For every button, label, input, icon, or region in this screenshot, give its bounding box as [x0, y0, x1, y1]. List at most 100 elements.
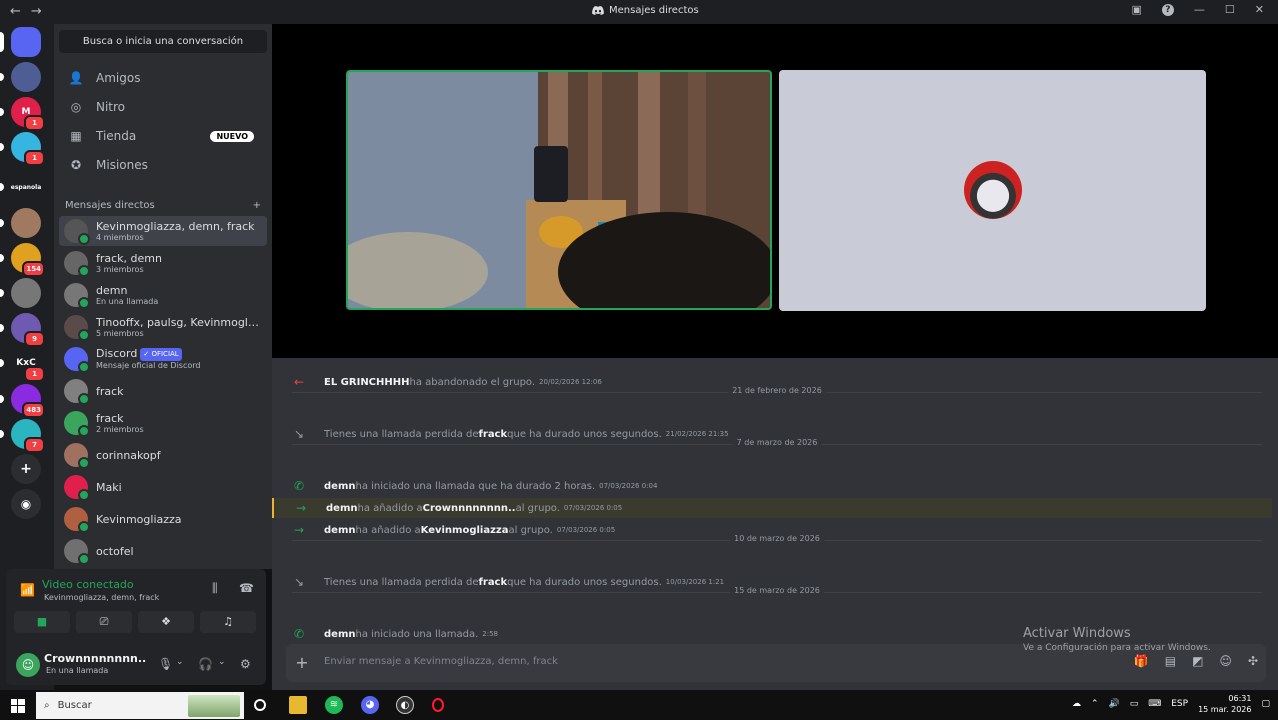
voice-channel[interactable]: Kevinmogliazza, demn, frack	[44, 593, 159, 602]
forward-arrow-icon[interactable]: →	[31, 4, 42, 19]
dm-item[interactable]: Kevinmogliazza	[59, 504, 267, 534]
headphones-icon[interactable]: 🎧	[198, 657, 213, 671]
voice-status: Video conectado	[42, 578, 134, 591]
server-face-icon[interactable]: 1	[11, 132, 45, 166]
online-status-icon	[78, 265, 90, 277]
username[interactable]: demn	[324, 525, 355, 536]
dm-item[interactable]: demn En una llamada	[59, 280, 267, 310]
avatar	[64, 539, 90, 565]
server-espaniola-icon[interactable]: espanola	[11, 172, 41, 202]
disconnect-icon[interactable]: ☎	[239, 581, 254, 595]
conversation-search-button[interactable]: Busca o inicia una conversación	[59, 30, 267, 53]
dm-item[interactable]: frack, demn 3 miembros	[59, 248, 267, 278]
add-server-icon[interactable]: +	[11, 454, 41, 484]
chevron-down-icon[interactable]: ⌄	[218, 657, 226, 667]
discord-taskbar-icon[interactable]: ◕	[361, 696, 379, 714]
server-m-icon[interactable]: M1	[11, 97, 45, 131]
cortana-icon[interactable]	[254, 699, 266, 711]
add-dm-icon[interactable]: +	[253, 200, 261, 211]
sticker-icon[interactable]: ◩	[1192, 654, 1203, 668]
clock[interactable]: 06:31 15 mar. 2026	[1198, 693, 1251, 715]
chevron-up-icon[interactable]: ⌃	[1091, 699, 1099, 709]
close-button[interactable]: ✕	[1255, 3, 1264, 16]
taskbar-search-input[interactable]: ⌕ Buscar	[36, 692, 244, 719]
apps-icon[interactable]: ✣	[1248, 654, 1258, 668]
dm-item[interactable]: Discord ✓ OFICIAL Mensaje oficial de Disco…	[59, 344, 267, 374]
add-attachment-icon[interactable]: +	[292, 653, 312, 673]
username[interactable]: demn	[324, 481, 355, 492]
nav-tienda[interactable]: ▦ Tienda NUEVO	[62, 123, 264, 149]
username[interactable]: frack	[479, 577, 508, 588]
voice-panel: 📶 Video conectado Kevinmogliazza, demn, …	[6, 569, 266, 685]
activities-button[interactable]: ❖	[138, 611, 194, 633]
nav-misiones[interactable]: ✪ Misiones	[62, 152, 264, 178]
server-kxc-icon[interactable]: KxC 1	[11, 348, 45, 382]
soundboard-button[interactable]: ♫	[200, 611, 256, 633]
dm-item[interactable]: frack 2 miembros	[59, 408, 267, 438]
microphone-icon[interactable]: 🎙	[158, 657, 173, 671]
online-status-icon	[78, 393, 90, 405]
server-avatar-3-icon[interactable]: 154	[11, 243, 45, 277]
minimize-button[interactable]: —	[1194, 3, 1205, 16]
nav-amigos[interactable]: 👤 Amigos	[62, 65, 264, 91]
gif-icon[interactable]: ▤	[1165, 654, 1176, 668]
dm-item[interactable]: frack	[59, 376, 267, 406]
server-avatar-5-icon[interactable]: 9	[11, 313, 45, 347]
discord-home-icon[interactable]	[11, 27, 41, 57]
gift-icon[interactable]: 🎁	[1134, 654, 1149, 668]
signal-icon[interactable]: 📶	[20, 583, 35, 597]
username[interactable]: frack	[479, 429, 508, 440]
date-separator: 21 de febrero de 2026	[292, 386, 1262, 404]
chevron-down-icon[interactable]: ⌄	[176, 657, 184, 667]
volume-icon[interactable]: 🔊	[1109, 699, 1120, 709]
discover-icon[interactable]: ◉	[11, 489, 41, 519]
username[interactable]: demn	[326, 503, 357, 514]
network-icon[interactable]: ▭	[1130, 699, 1139, 709]
noise-suppression-icon[interactable]: ⫼	[212, 581, 218, 596]
server-avatar-1-icon[interactable]	[11, 62, 41, 92]
emoji-icon[interactable]: ☺	[1219, 654, 1232, 668]
screen-share-button[interactable]: ⎚	[76, 611, 132, 633]
camera-button[interactable]: ■	[14, 611, 70, 633]
steam-icon[interactable]: ◐	[396, 696, 414, 714]
avatar[interactable]: ☺	[16, 653, 40, 677]
server-avatar-4-icon[interactable]	[11, 278, 41, 308]
username[interactable]: demn	[324, 629, 355, 640]
maximize-button[interactable]: ☐	[1225, 3, 1235, 16]
dm-item[interactable]: octofel	[59, 536, 267, 566]
notifications-icon[interactable]: ▢	[1261, 699, 1270, 709]
windows-start-icon[interactable]	[11, 698, 25, 713]
timestamp: 07/03/2026 0:05	[563, 504, 623, 512]
username[interactable]: Crownnnnnnnn..	[423, 503, 516, 514]
dm-name: Kevinmogliazza	[96, 512, 182, 526]
inbox-icon[interactable]: ▣	[1132, 3, 1142, 16]
leave-arrow-icon: ←	[293, 375, 305, 389]
dm-item[interactable]: Tinooffx, paulsg, Kevinmogliaz... 5 miemb…	[59, 312, 267, 342]
server-avatar-7-icon[interactable]: 7	[11, 419, 45, 453]
spotify-icon[interactable]: ≋	[325, 696, 343, 714]
clock-date: 15 mar. 2026	[1198, 705, 1252, 714]
dm-item[interactable]: Maki	[59, 472, 267, 502]
username[interactable]: Kevinmogliazza	[421, 525, 509, 536]
dm-subtitle: 2 miembros	[96, 424, 144, 434]
server-avatar-6-icon[interactable]: 483	[11, 384, 45, 418]
opera-icon[interactable]	[432, 698, 444, 712]
server-avatar-2-icon[interactable]	[11, 208, 41, 238]
settings-gear-icon[interactable]: ⚙	[240, 657, 251, 671]
dm-item[interactable]: Kevinmogliazza, demn, frack 4 miembros	[59, 216, 267, 246]
video-tile-avatar[interactable]	[779, 70, 1206, 311]
keyboard-icon[interactable]: ⌨	[1148, 699, 1161, 709]
message-input[interactable]: Enviar mensaje a Kevinmogliazza, demn, f…	[324, 656, 558, 667]
help-icon[interactable]: ?	[1161, 3, 1174, 16]
dm-item[interactable]: corinnakopf	[59, 440, 267, 470]
timestamp: 10/03/2026 1:21	[665, 578, 725, 586]
username[interactable]: EL GRINCHHHH	[324, 377, 410, 388]
file-explorer-icon[interactable]	[289, 696, 307, 714]
back-arrow-icon[interactable]: ←	[10, 4, 21, 19]
nav-nitro[interactable]: ◎ Nitro	[62, 94, 264, 120]
weather-icon[interactable]: ☁	[1072, 699, 1081, 709]
video-tile-camera[interactable]	[346, 70, 772, 310]
message-text: al grupo.	[508, 524, 553, 536]
search-highlight-image	[188, 694, 240, 717]
language-indicator[interactable]: ESP	[1171, 699, 1188, 709]
